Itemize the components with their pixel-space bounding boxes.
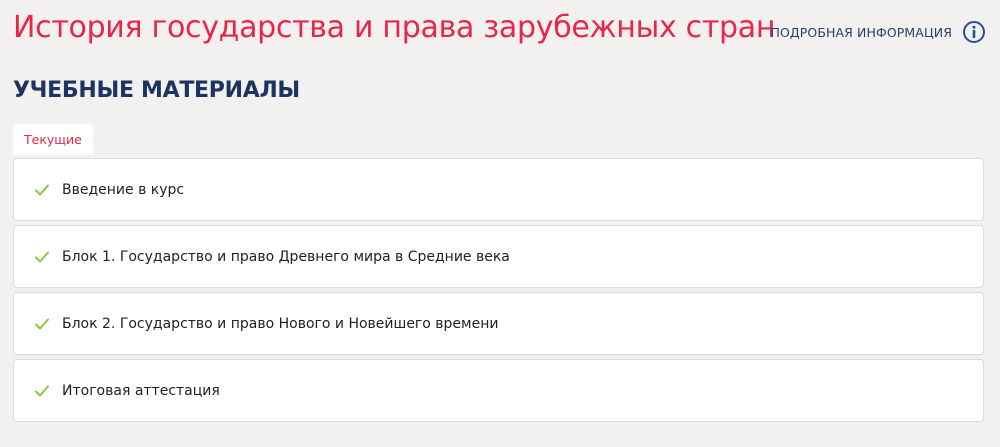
module-title: Введение в курс xyxy=(62,181,185,198)
module-list: Введение в курс Блок 1. Государство и пр… xyxy=(13,158,984,426)
check-icon xyxy=(34,383,50,399)
check-icon xyxy=(34,182,50,198)
course-title: История государства и права зарубежных с… xyxy=(13,10,776,45)
materials-heading: УЧЕБНЫЕ МАТЕРИАЛЫ xyxy=(13,78,300,103)
module-title: Блок 1. Государство и право Древнего мир… xyxy=(62,248,510,265)
module-title: Итоговая аттестация xyxy=(62,382,220,399)
check-icon xyxy=(34,249,50,265)
info-circle-icon[interactable] xyxy=(962,20,986,44)
tab-current-label: Текущие xyxy=(24,132,82,147)
module-item[interactable]: Блок 2. Государство и право Нового и Нов… xyxy=(13,292,984,355)
check-icon xyxy=(34,316,50,332)
module-item[interactable]: Блок 1. Государство и право Древнего мир… xyxy=(13,225,984,288)
module-title: Блок 2. Государство и право Нового и Нов… xyxy=(62,315,499,332)
course-info-link-label: ПОДРОБНАЯ ИНФОРМАЦИЯ xyxy=(770,24,952,40)
tab-current[interactable]: Текущие xyxy=(13,124,93,155)
module-item[interactable]: Итоговая аттестация xyxy=(13,359,984,422)
course-info-link[interactable]: ПОДРОБНАЯ ИНФОРМАЦИЯ xyxy=(770,20,986,44)
module-item[interactable]: Введение в курс xyxy=(13,158,984,221)
course-page: История государства и права зарубежных с… xyxy=(0,0,1000,447)
